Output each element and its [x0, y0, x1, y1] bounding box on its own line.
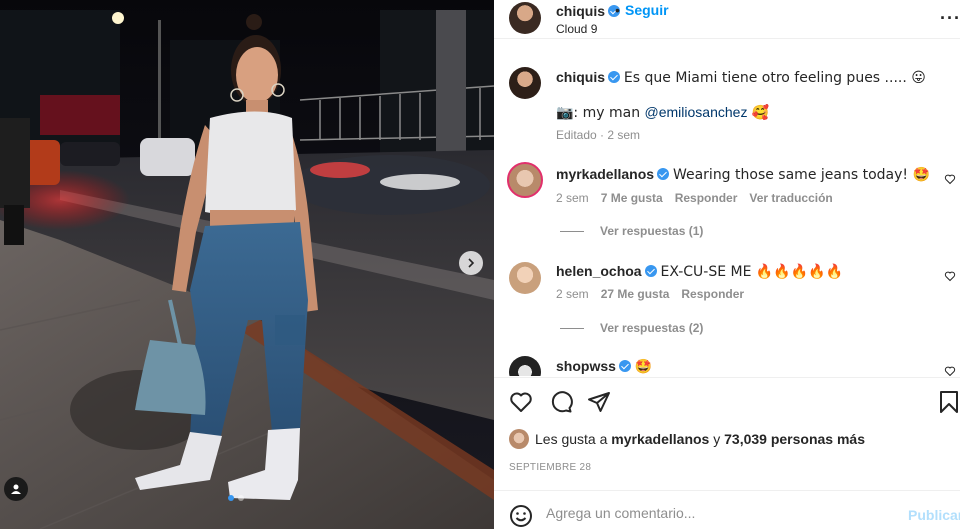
- likes-count[interactable]: 73,039 personas más: [724, 431, 865, 447]
- comment-line: helen_ochoa EX-CU-SE ME 🔥🔥🔥🔥🔥: [556, 263, 843, 280]
- post-comment-button[interactable]: Publicar: [908, 507, 960, 523]
- comment-meta: 2 sem 7 Me gusta Responder Ver traducción: [556, 191, 833, 205]
- liker-username[interactable]: myrkadellanos: [611, 431, 709, 447]
- chevron-right-icon: [468, 258, 475, 268]
- carousel-dot-active: [228, 495, 234, 501]
- comment-avatar[interactable]: [509, 356, 541, 376]
- comment-avatar[interactable]: [507, 162, 543, 198]
- comment-likes[interactable]: 27 Me gusta: [601, 287, 670, 301]
- carousel-dot: [238, 495, 244, 501]
- likes-middle: y: [713, 431, 721, 447]
- follow-button[interactable]: Seguir: [625, 2, 669, 18]
- reply-button[interactable]: Responder: [681, 287, 744, 301]
- comment-avatar[interactable]: [509, 262, 541, 294]
- verified-badge-icon: [618, 360, 631, 372]
- bookmark-icon[interactable]: [939, 390, 959, 414]
- emoji-icon[interactable]: [509, 504, 533, 528]
- comment-line: myrkadellanos Wearing those same jeans t…: [556, 166, 930, 183]
- likes-prefix: Les gusta a: [535, 431, 608, 447]
- comment-text: Wearing those same jeans today! 🤩: [672, 167, 930, 183]
- post-modal: chiquis • Seguir Cloud 9 ··· chiquis Es …: [0, 0, 960, 529]
- comment-username[interactable]: shopwss: [556, 358, 616, 374]
- add-comment-bar: Publicar: [494, 490, 960, 529]
- like-comment-heart-icon[interactable]: [944, 270, 956, 282]
- like-comment-heart-icon[interactable]: [944, 173, 956, 185]
- more-options-button[interactable]: ···: [940, 8, 960, 29]
- view-replies-button[interactable]: Ver respuestas (2): [560, 321, 703, 335]
- comment-meta: 2 sem 27 Me gusta Responder: [556, 287, 744, 301]
- verified-badge-icon: [644, 265, 657, 277]
- caption-text-line: chiquis Es que Miami tiene otro feeling …: [556, 69, 926, 86]
- post-photo[interactable]: [0, 0, 494, 529]
- action-bar: [494, 377, 960, 427]
- comment-text: EX-CU-SE ME 🔥🔥🔥🔥🔥: [660, 264, 844, 280]
- header-separator: •: [615, 2, 620, 18]
- liker-avatar[interactable]: [509, 429, 529, 449]
- caption-credit-line: 📷: my man @emiliosanchez 🥰: [556, 104, 769, 121]
- author-avatar[interactable]: [509, 2, 541, 34]
- mention-link[interactable]: @emiliosanchez: [645, 104, 748, 120]
- post-header: chiquis • Seguir Cloud 9 ···: [494, 0, 960, 39]
- share-icon[interactable]: [587, 390, 611, 414]
- post-date: SEPTIEMBRE 28: [509, 462, 592, 473]
- caption-meta: Editado · 2 sem: [556, 128, 641, 142]
- comment-input[interactable]: [546, 501, 886, 525]
- comment-line: shopwss 🤩: [556, 358, 652, 375]
- comment-icon[interactable]: [549, 390, 573, 414]
- post-sidebar: chiquis • Seguir Cloud 9 ··· chiquis Es …: [494, 0, 960, 529]
- street-photo: [0, 0, 494, 529]
- comment-text: 🤩: [634, 359, 653, 375]
- tagged-users-button[interactable]: [4, 477, 28, 501]
- verified-badge-icon: [657, 168, 670, 180]
- comment-username[interactable]: helen_ochoa: [556, 263, 642, 279]
- location-label[interactable]: Cloud 9: [556, 22, 597, 36]
- view-replies-button[interactable]: Ver respuestas (1): [560, 224, 703, 238]
- comment-time: 2 sem: [556, 287, 589, 301]
- caption-username[interactable]: chiquis: [556, 69, 605, 85]
- heart-icon[interactable]: [509, 390, 533, 414]
- carousel-dots: [228, 495, 244, 501]
- reply-button[interactable]: Responder: [675, 191, 738, 205]
- author-username[interactable]: chiquis: [556, 3, 621, 19]
- comment-username[interactable]: myrkadellanos: [556, 166, 654, 182]
- likes-summary: Les gusta a myrkadellanos y 73,039 perso…: [509, 429, 865, 449]
- caption-avatar[interactable]: [509, 67, 541, 99]
- comments-list[interactable]: chiquis Es que Miami tiene otro feeling …: [494, 40, 960, 376]
- comment-likes[interactable]: 7 Me gusta: [601, 191, 663, 205]
- caption-credit-suffix: 🥰: [747, 105, 770, 121]
- next-photo-button[interactable]: [459, 251, 483, 275]
- user-icon: [11, 484, 21, 494]
- caption-text: Es que Miami tiene otro feeling pues ...…: [623, 70, 926, 86]
- caption-credit-prefix: 📷: my man: [556, 105, 645, 121]
- translate-button[interactable]: Ver traducción: [749, 191, 832, 205]
- comment-time: 2 sem: [556, 191, 589, 205]
- like-comment-heart-icon[interactable]: [944, 365, 956, 376]
- verified-badge-icon: [608, 71, 621, 83]
